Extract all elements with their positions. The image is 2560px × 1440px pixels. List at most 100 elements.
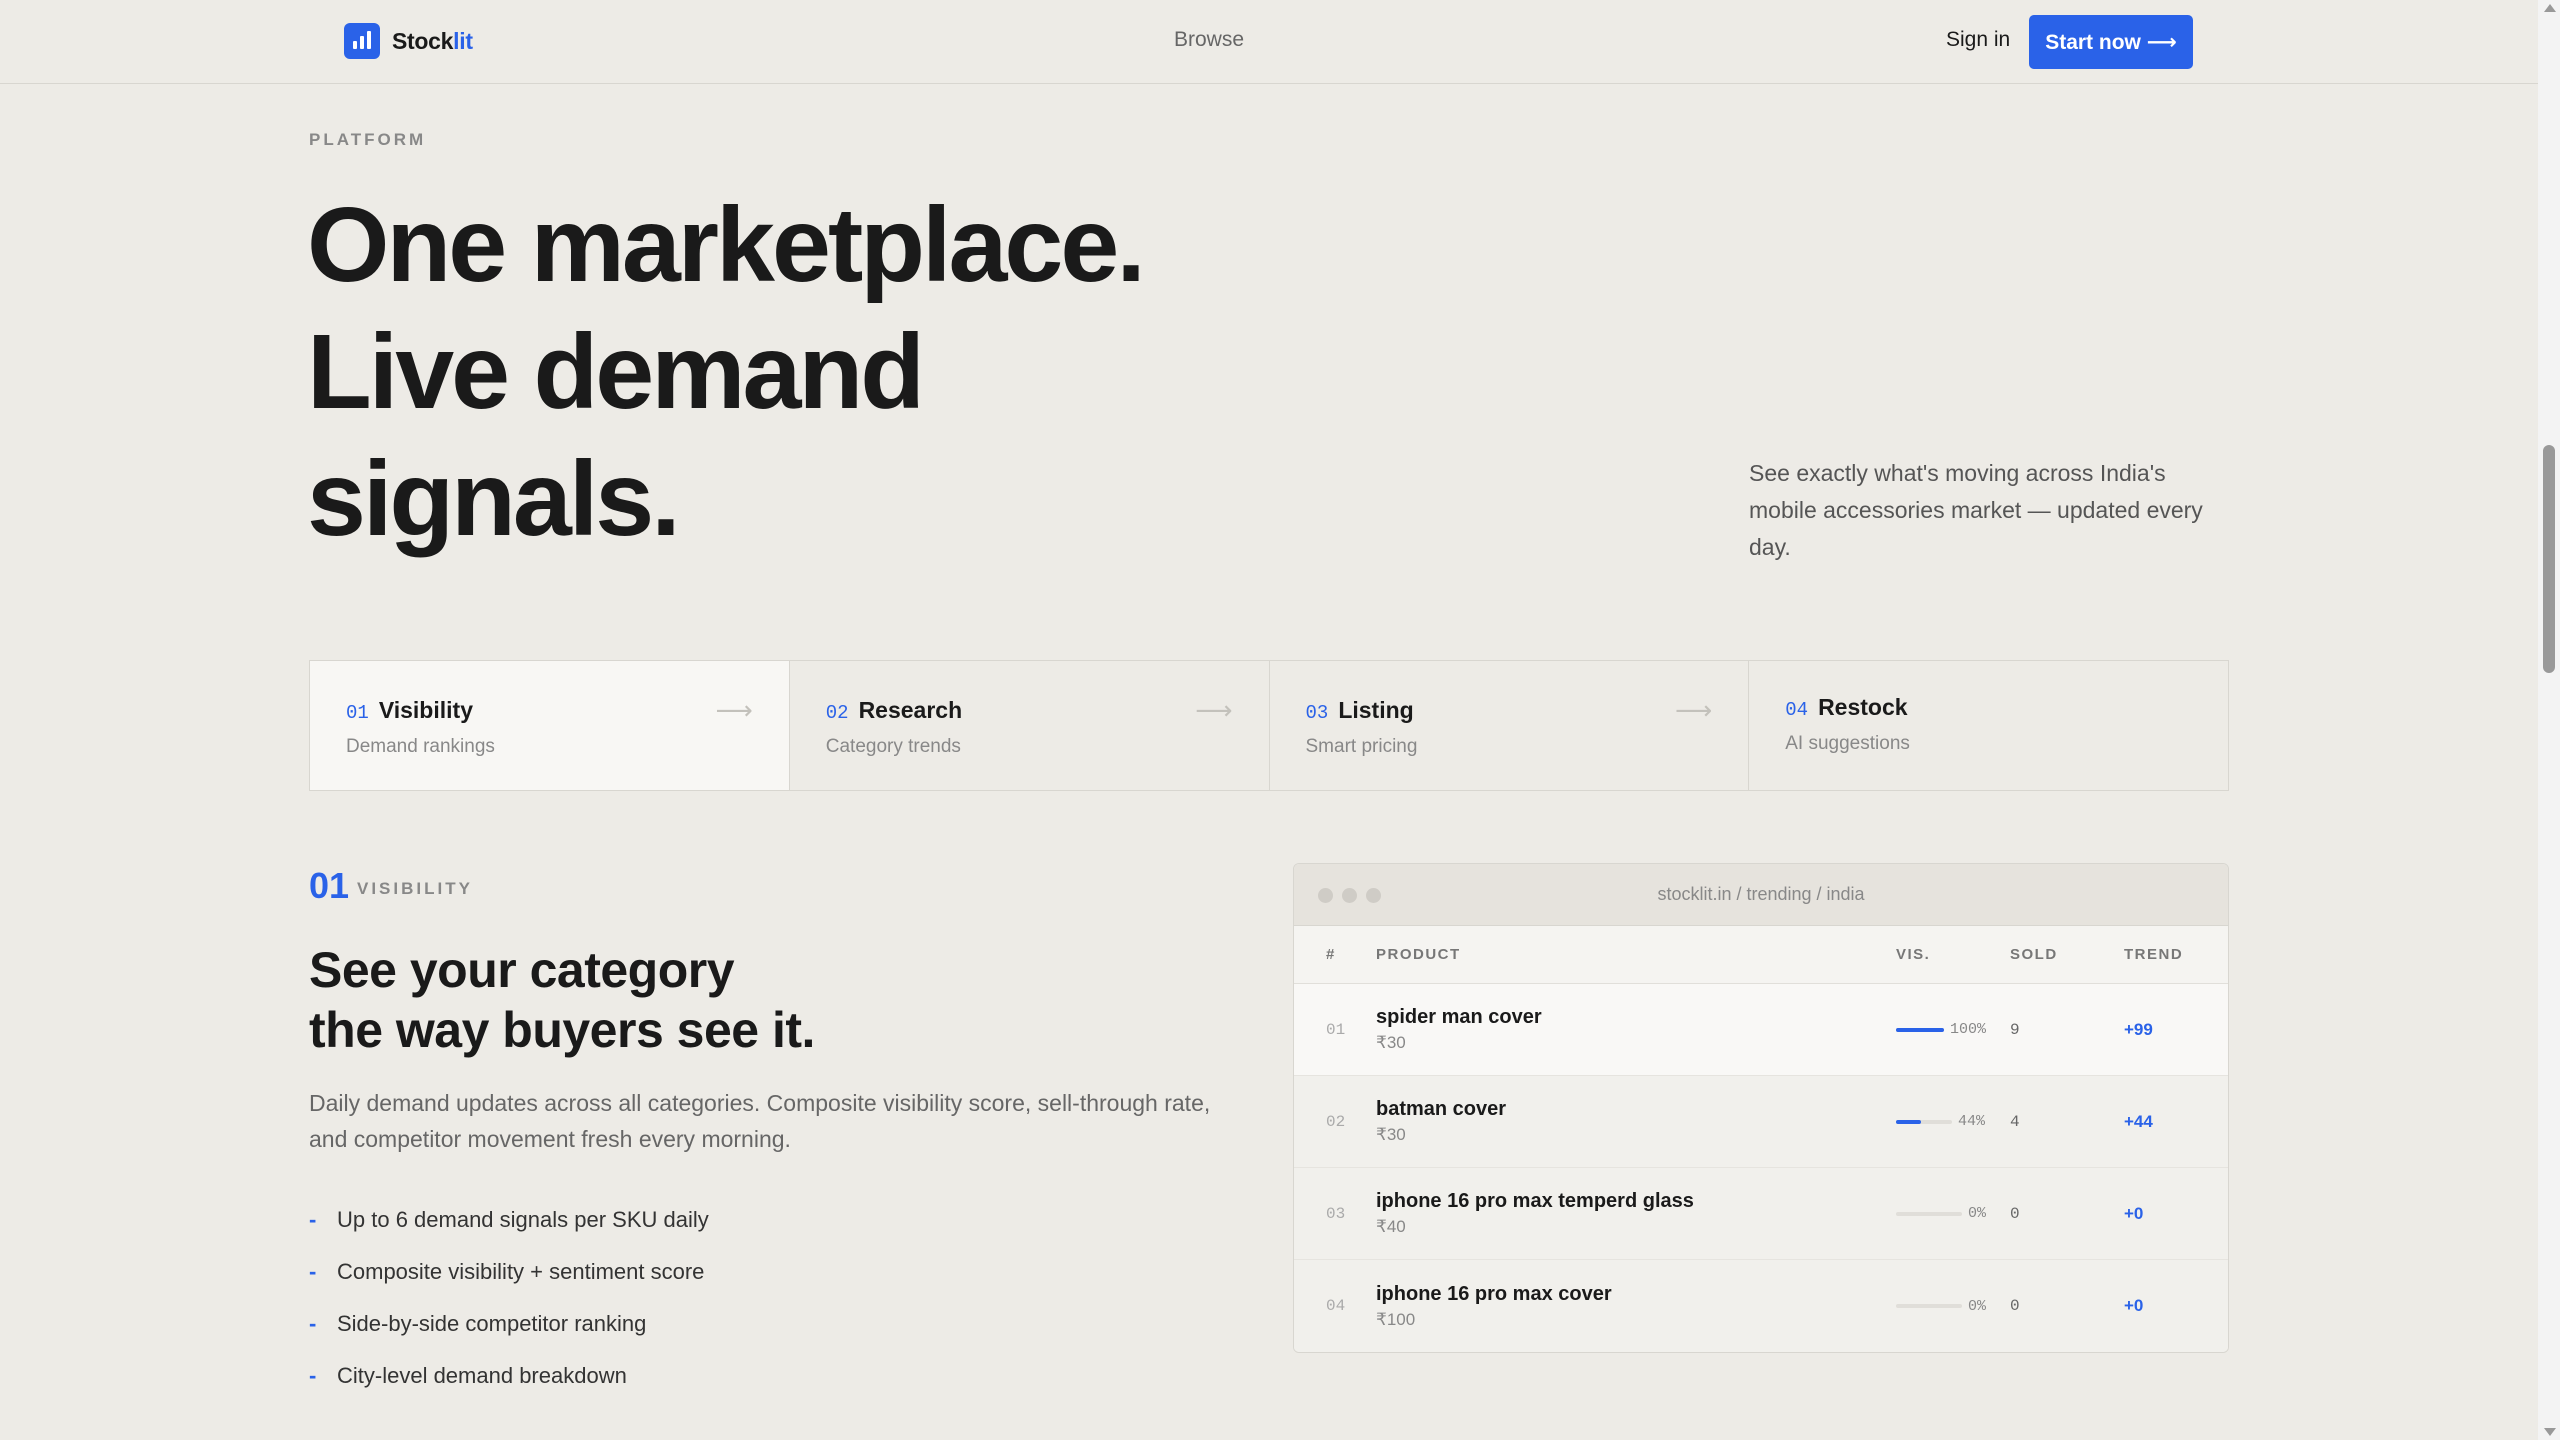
browser-mockup: stocklit.in / trending / india # PRODUCT… [1293, 863, 2229, 1353]
sold-count: 9 [2010, 1020, 2020, 1039]
product-cell: iphone 16 pro max cover ₹100 [1376, 1283, 1896, 1330]
dash-bullet: - [309, 1259, 317, 1284]
step-number: 04 [1785, 699, 1809, 721]
row-index: 04 [1326, 1297, 1346, 1315]
section-label: VISIBILITY [357, 879, 473, 898]
step-description: Category trends [825, 736, 961, 757]
visibility-percent: 0% [1968, 1297, 1987, 1315]
step-number: 01 [346, 702, 369, 724]
section-number: 01 [309, 865, 350, 906]
column-header-index: # [1326, 946, 1336, 963]
visibility-bar [1896, 1211, 1962, 1216]
feature-steps: 01 Visibility Demand rankings ⟶ 02 Researc… [309, 660, 2229, 791]
trend-value: +0 [2124, 1296, 2144, 1315]
hero-title-line-2: Live demand [307, 313, 925, 431]
visibility-bar-fill [1896, 1027, 1944, 1032]
step-visibility[interactable]: 01 Visibility Demand rankings ⟶ [310, 661, 790, 790]
section-description: Daily demand updates across all categori… [309, 1090, 1211, 1152]
product-price: ₹40 [1376, 1217, 1406, 1236]
section-title-line-1: See your category [309, 942, 735, 998]
logo-text: Stocklit [392, 28, 473, 55]
list-item-text: Up to 6 demand signals per SKU daily [337, 1207, 709, 1232]
list-item-text: Side-by-side competitor ranking [337, 1311, 647, 1336]
column-header-sold: SOLD [2010, 946, 2058, 963]
hero-title: One marketplace. Live demand signals. [307, 182, 1607, 563]
product-name: batman cover [1376, 1098, 1507, 1120]
hero-subtitle: See exactly what's moving across India's… [1749, 460, 2203, 560]
trend-value: +0 [2124, 1203, 2144, 1223]
bar-chart-icon [344, 23, 380, 59]
sold-count: 0 [2010, 1204, 2020, 1223]
visibility-cell: 100% [1896, 1021, 2010, 1038]
row-index: 03 [1326, 1204, 1346, 1223]
vertical-scrollbar[interactable] [2538, 0, 2560, 1440]
visibility-cell: 0% [1896, 1205, 2010, 1222]
scroll-up-arrow-icon[interactable] [2544, 4, 2556, 12]
arrow-right-icon: ⟶ [1674, 695, 1713, 725]
arrow-right-icon: ⟶ [715, 695, 753, 725]
step-description: Smart pricing [1305, 736, 1418, 757]
step-title: Restock [1818, 694, 1908, 720]
table-row[interactable]: 04 iphone 16 pro max cover ₹100 0% 0 +0 [1294, 1260, 2228, 1352]
list-item: - Side-by-side competitor ranking [309, 1298, 709, 1350]
row-index: 01 [1326, 1020, 1346, 1039]
step-restock[interactable]: 04 Restock AI suggestions [1749, 661, 2228, 790]
dash-bullet: - [309, 1311, 317, 1336]
page: Stocklit Browse Sign in Start now ⟶ PLAT… [0, 0, 2538, 1440]
row-index: 02 [1326, 1112, 1346, 1131]
sold-count: 0 [2010, 1297, 2020, 1315]
list-item-text: City-level demand breakdown [337, 1363, 627, 1388]
step-number: 03 [1305, 702, 1329, 724]
section-title: See your category the way buyers see it. [309, 940, 1209, 1060]
table-row[interactable]: 01 spider man cover ₹30 100% 9 +99 [1294, 984, 2228, 1076]
logo-text-lit: lit [453, 27, 473, 54]
visibility-bar [1896, 1119, 1952, 1124]
visibility-percent: 44% [1958, 1113, 1986, 1130]
hero-title-line-1: One marketplace. [307, 186, 1146, 304]
step-title: Listing [1338, 697, 1414, 723]
list-item: - Up to 6 demand signals per SKU daily [309, 1194, 709, 1246]
feature-list: - Up to 6 demand signals per SKU daily -C… [309, 1194, 709, 1402]
column-header-trend: TREND [2124, 946, 2184, 963]
product-cell: spider man cover ₹30 [1376, 1006, 1896, 1053]
list-item-text: Composite visibility + sentiment score [337, 1259, 705, 1284]
dash-bullet: - [309, 1363, 317, 1388]
nav-browse-link[interactable]: Browse [1174, 28, 1244, 52]
column-header-product: PRODUCT [1376, 946, 1461, 963]
start-now-button[interactable]: Start now ⟶ [2029, 15, 2193, 69]
step-title: Research [858, 697, 963, 723]
step-listing[interactable]: 03 Listing Smart pricing ⟶ [1270, 661, 1750, 790]
section-title-line-2: the way buyers see it. [309, 1002, 815, 1058]
product-name: iphone 16 pro max cover [1376, 1282, 1612, 1305]
trend-value: +99 [2124, 1019, 2153, 1039]
step-title: Visibility [378, 697, 473, 723]
product-price: ₹30 [1376, 1033, 1406, 1052]
logo-text-stock: Stock [392, 27, 454, 54]
visibility-bar-fill [1896, 1119, 1921, 1124]
trend-value: +44 [2124, 1111, 2153, 1131]
product-cell: iphone 16 pro max temperd glass ₹40 [1376, 1190, 1896, 1237]
table-header: # PRODUCT VIS. SOLD TREND [1294, 926, 2228, 984]
product-cell: batman cover ₹30 [1376, 1098, 1896, 1145]
product-name: spider man cover [1376, 1006, 1542, 1028]
dash-bullet: - [309, 1207, 317, 1232]
visibility-percent: 0% [1968, 1205, 1987, 1222]
list-item: - Composite visibility + sentiment score [309, 1246, 709, 1298]
visibility-percent: 100% [1950, 1021, 1987, 1038]
scroll-down-arrow-icon[interactable] [2544, 1428, 2556, 1436]
url-bar: stocklit.in / trending / india [1657, 884, 1865, 904]
scrollbar-thumb[interactable] [2543, 445, 2555, 673]
product-price: ₹30 [1376, 1125, 1406, 1144]
table-row[interactable]: 03 iphone 16 pro max temperd glass ₹40 0… [1294, 1168, 2228, 1260]
top-nav: Stocklit Browse Sign in Start now ⟶ [0, 0, 2538, 84]
hero-title-line-3: signals. [307, 440, 681, 558]
list-item: - City-level demand breakdown [309, 1350, 709, 1402]
step-description: AI suggestions [1785, 733, 1910, 754]
sign-in-link[interactable]: Sign in [1946, 28, 2010, 52]
column-header-visibility: VIS. [1896, 946, 1931, 963]
step-description: Demand rankings [346, 736, 495, 757]
sold-count: 4 [2010, 1112, 2020, 1131]
step-research[interactable]: 02 Research Category trends ⟶ [790, 661, 1270, 790]
logo[interactable]: Stocklit [344, 23, 473, 59]
table-row[interactable]: 02 batman cover ₹30 44% 4 +44 [1294, 1076, 2228, 1168]
